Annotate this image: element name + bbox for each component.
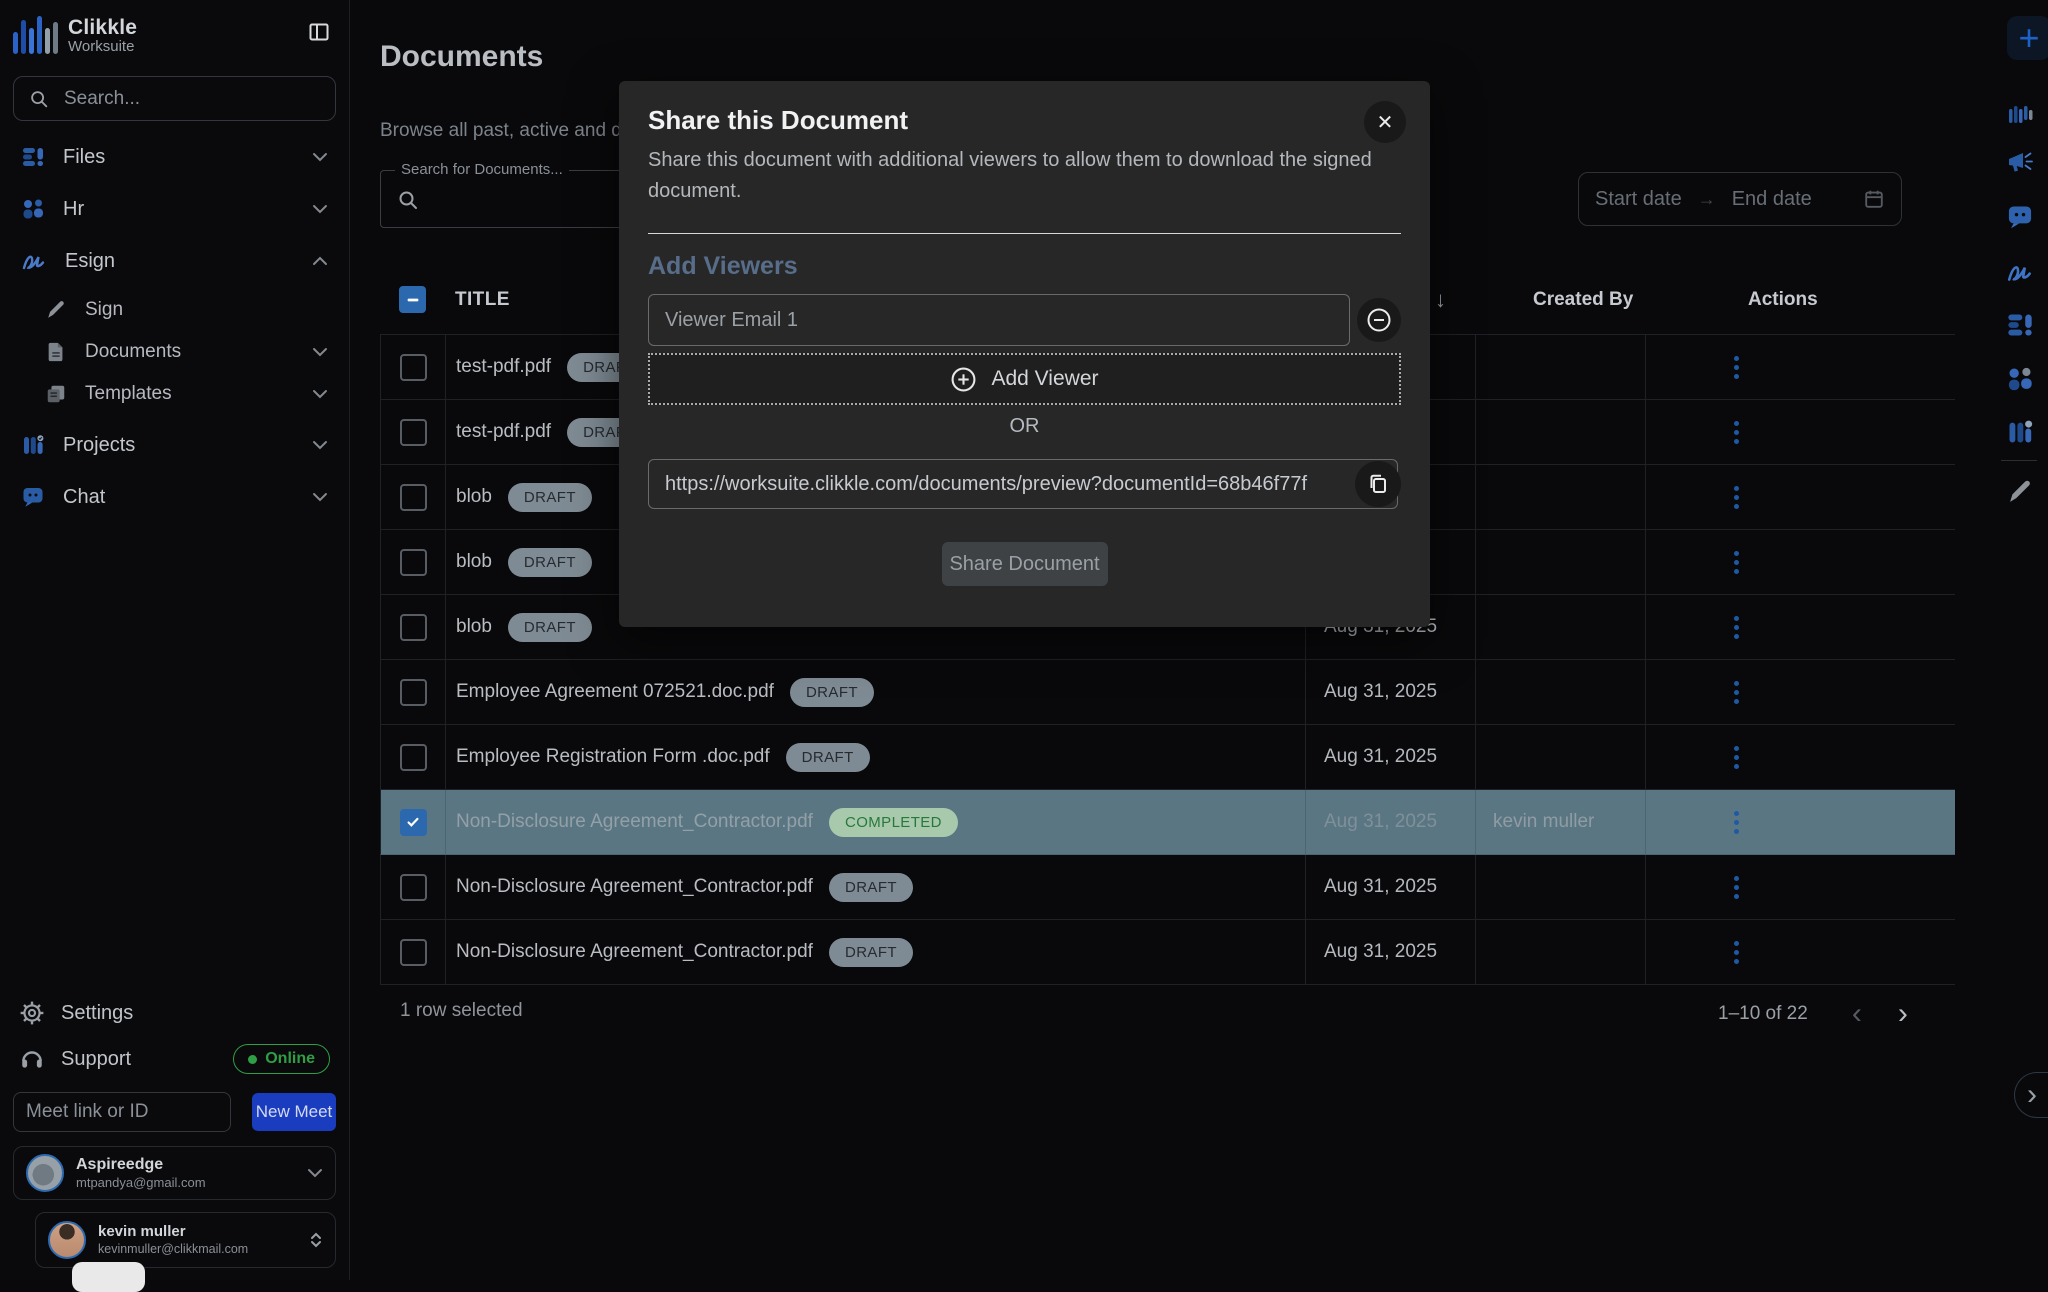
copy-icon: [1366, 472, 1390, 496]
add-viewer-button[interactable]: Add Viewer: [648, 353, 1401, 405]
plus-circle-icon: [950, 366, 977, 393]
share-document-button[interactable]: Share Document: [942, 542, 1108, 586]
share-document-modal: Share this Document ✕ Share this documen…: [619, 81, 1430, 627]
copy-link-button[interactable]: [1355, 461, 1401, 507]
close-button[interactable]: ✕: [1364, 101, 1406, 143]
modal-divider: [648, 233, 1401, 234]
modal-title: Share this Document: [648, 105, 1401, 137]
viewer-email-placeholder: Viewer Email 1: [665, 309, 798, 332]
share-link-input[interactable]: https://worksuite.clikkle.com/documents/…: [648, 459, 1398, 509]
remove-viewer-button[interactable]: [1357, 298, 1401, 342]
viewer-email-input[interactable]: Viewer Email 1: [648, 294, 1350, 346]
or-divider-label: OR: [648, 415, 1401, 441]
modal-description: Share this document with additional view…: [648, 145, 1393, 207]
add-viewers-heading: Add Viewers: [648, 252, 1401, 282]
minus-circle-icon: [1366, 307, 1392, 333]
share-link-text: https://worksuite.clikkle.com/documents/…: [665, 473, 1307, 496]
